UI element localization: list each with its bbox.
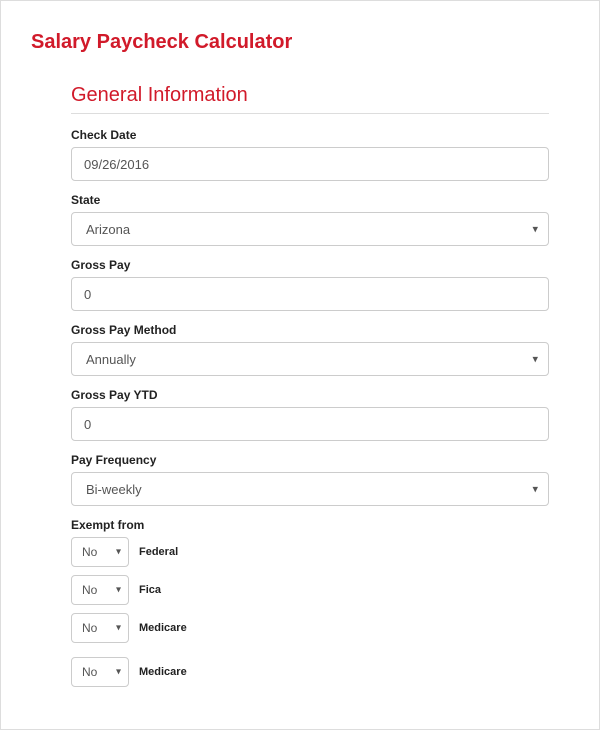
- page-title: Salary Paycheck Calculator: [31, 31, 569, 54]
- check-date-input[interactable]: [71, 147, 549, 181]
- exempt-fica-label: Fica: [139, 584, 161, 596]
- section-title: General Information: [71, 84, 549, 107]
- pay-frequency-select-value: Bi-weekly: [86, 482, 142, 497]
- exempt-row-medicare-2: No Medicare: [71, 657, 549, 687]
- exempt-fica-value: No: [82, 583, 97, 597]
- field-gross-pay-method: Gross Pay Method Annually: [71, 323, 549, 376]
- field-check-date: Check Date: [71, 128, 549, 181]
- exempt-medicare-1-label: Medicare: [139, 622, 187, 634]
- exempt-medicare-2-select[interactable]: No: [71, 657, 129, 687]
- exempt-federal-label: Federal: [139, 546, 178, 558]
- exempt-medicare-2-value: No: [82, 665, 97, 679]
- state-select[interactable]: Arizona: [71, 212, 549, 246]
- form-container: General Information Check Date State Ari…: [31, 84, 569, 687]
- exempt-medicare-1-value: No: [82, 621, 97, 635]
- exempt-row-medicare-1: No Medicare: [71, 613, 549, 643]
- field-pay-frequency: Pay Frequency Bi-weekly: [71, 453, 549, 506]
- exempt-medicare-2-label: Medicare: [139, 666, 187, 678]
- gross-pay-ytd-input[interactable]: [71, 407, 549, 441]
- gross-pay-ytd-label: Gross Pay YTD: [71, 388, 549, 402]
- exempt-federal-value: No: [82, 545, 97, 559]
- field-gross-pay: Gross Pay: [71, 258, 549, 311]
- exempt-federal-select[interactable]: No: [71, 537, 129, 567]
- gross-pay-label: Gross Pay: [71, 258, 549, 272]
- gross-pay-method-select[interactable]: Annually: [71, 342, 549, 376]
- exempt-fica-select[interactable]: No: [71, 575, 129, 605]
- exempt-row-federal: No Federal: [71, 537, 549, 567]
- field-state: State Arizona: [71, 193, 549, 246]
- gross-pay-input[interactable]: [71, 277, 549, 311]
- gross-pay-method-select-value: Annually: [86, 352, 136, 367]
- exempt-from-label: Exempt from: [71, 518, 549, 532]
- pay-frequency-label: Pay Frequency: [71, 453, 549, 467]
- exempt-row-fica: No Fica: [71, 575, 549, 605]
- check-date-label: Check Date: [71, 128, 549, 142]
- section-divider: [71, 113, 549, 114]
- pay-frequency-select[interactable]: Bi-weekly: [71, 472, 549, 506]
- field-gross-pay-ytd: Gross Pay YTD: [71, 388, 549, 441]
- gross-pay-method-label: Gross Pay Method: [71, 323, 549, 337]
- state-label: State: [71, 193, 549, 207]
- field-exempt-from: Exempt from No Federal No Fica No Medica…: [71, 518, 549, 687]
- state-select-value: Arizona: [86, 222, 130, 237]
- exempt-medicare-1-select[interactable]: No: [71, 613, 129, 643]
